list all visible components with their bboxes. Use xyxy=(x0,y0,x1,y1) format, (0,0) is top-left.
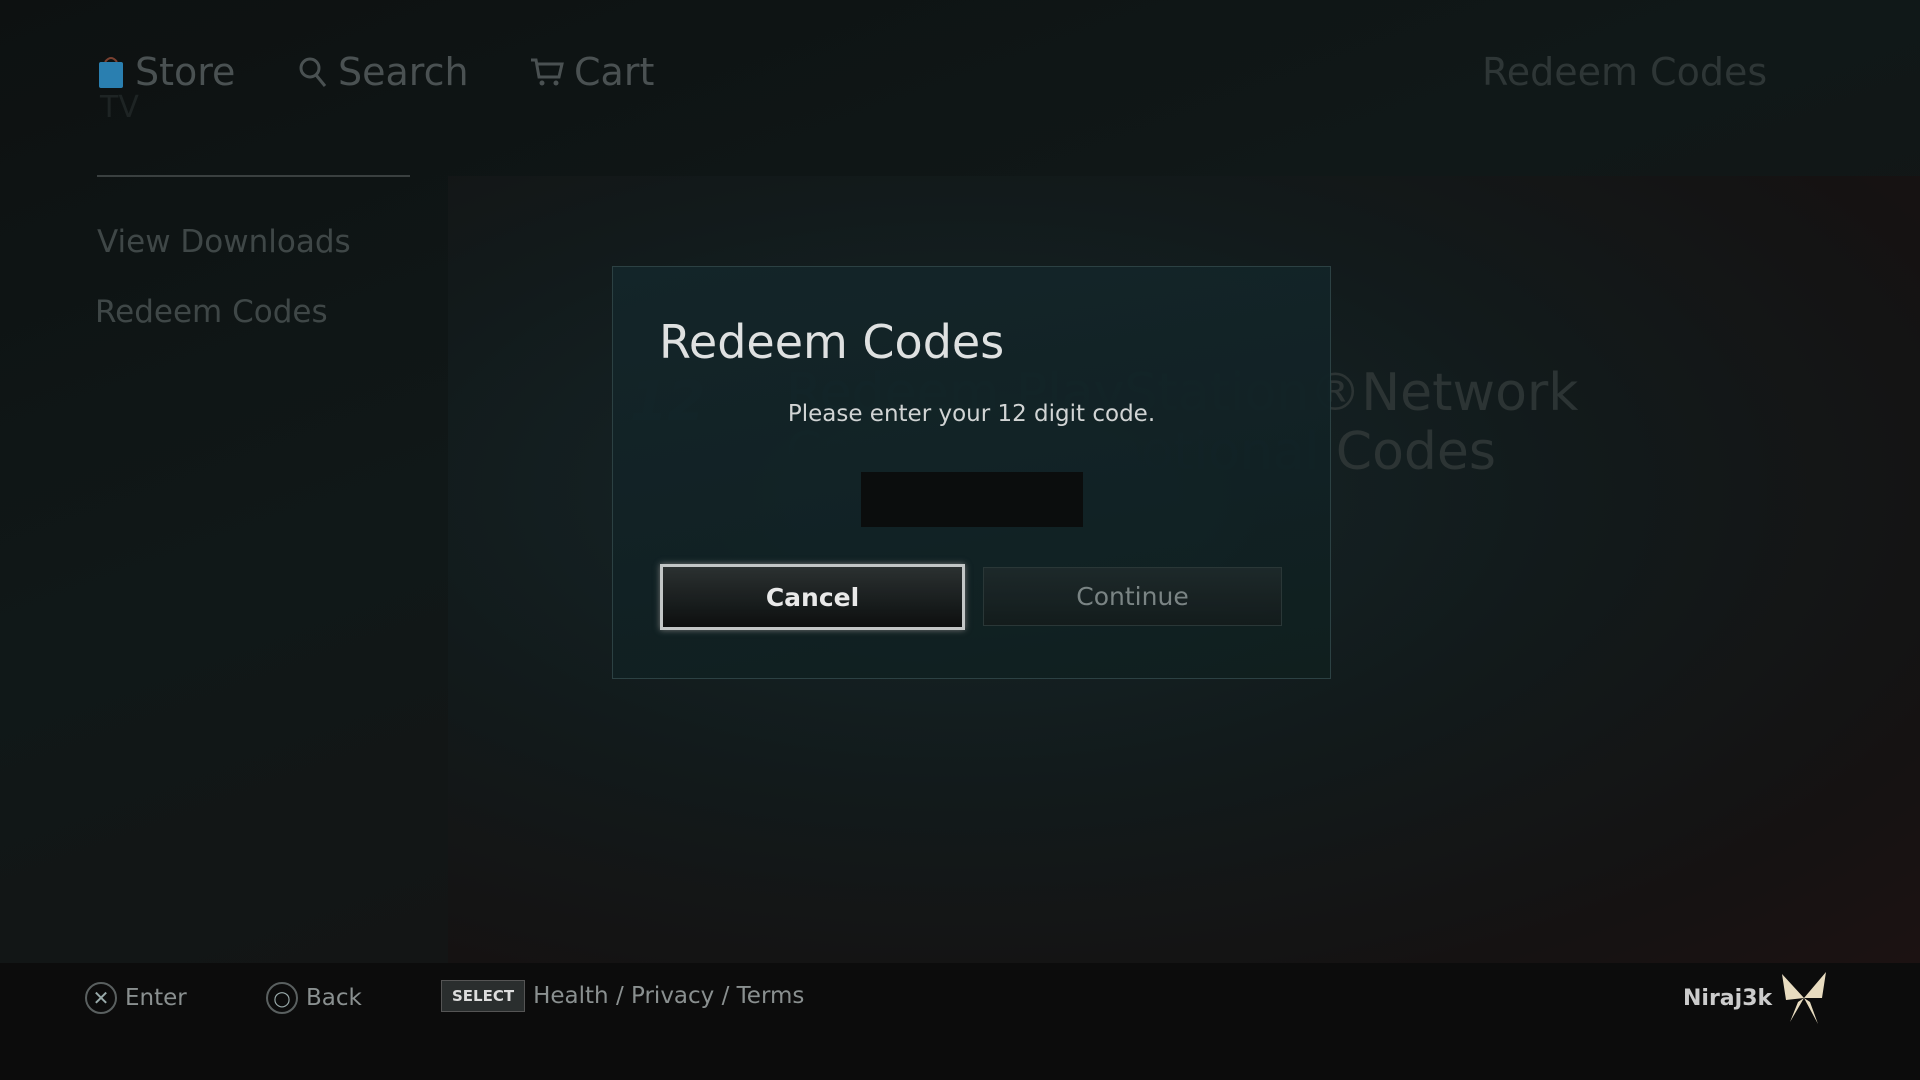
cancel-button[interactable]: Cancel xyxy=(660,564,965,630)
nav-store-label: Store xyxy=(135,50,236,94)
nav-cart[interactable]: Cart xyxy=(530,50,654,94)
cart-icon xyxy=(531,58,564,86)
butterfly-avatar-icon xyxy=(1782,972,1826,1024)
sidebar-item-view-downloads[interactable]: View Downloads xyxy=(97,224,351,260)
faded-tv-label: TV xyxy=(100,90,139,125)
sidebar-item-redeem-codes[interactable]: Redeem Codes xyxy=(95,294,328,330)
nav-search[interactable]: Search xyxy=(298,50,469,94)
enter-hint: ✕ Enter xyxy=(85,980,187,1016)
nav-search-label: Search xyxy=(338,50,469,94)
footer-links[interactable]: Health / Privacy / Terms xyxy=(533,983,804,1009)
store-bag-icon xyxy=(99,57,123,88)
dialog-title: Redeem Codes xyxy=(659,315,1005,369)
continue-button[interactable]: Continue xyxy=(983,567,1282,626)
back-label: Back xyxy=(306,985,362,1011)
enter-label: Enter xyxy=(125,985,187,1011)
code-input[interactable] xyxy=(861,472,1083,527)
nav-store[interactable]: Store xyxy=(97,50,235,94)
nav-cart-label: Cart xyxy=(574,50,655,94)
redeem-dialog: Redeem Codes Please enter your 12 digit … xyxy=(612,266,1331,679)
select-hint[interactable]: SELECT Health / Privacy / Terms xyxy=(441,978,804,1014)
sidebar-divider xyxy=(97,175,410,177)
search-icon xyxy=(299,57,327,87)
circle-button-icon: ○ xyxy=(266,982,298,1014)
select-button-icon: SELECT xyxy=(441,980,526,1012)
back-hint: ○ Back xyxy=(266,980,362,1016)
cross-button-icon: ✕ xyxy=(85,982,117,1014)
username: Niraj3k xyxy=(1683,985,1773,1011)
dialog-prompt: Please enter your 12 digit code. xyxy=(787,401,1156,427)
page-title: Redeem Codes xyxy=(1482,50,1768,94)
